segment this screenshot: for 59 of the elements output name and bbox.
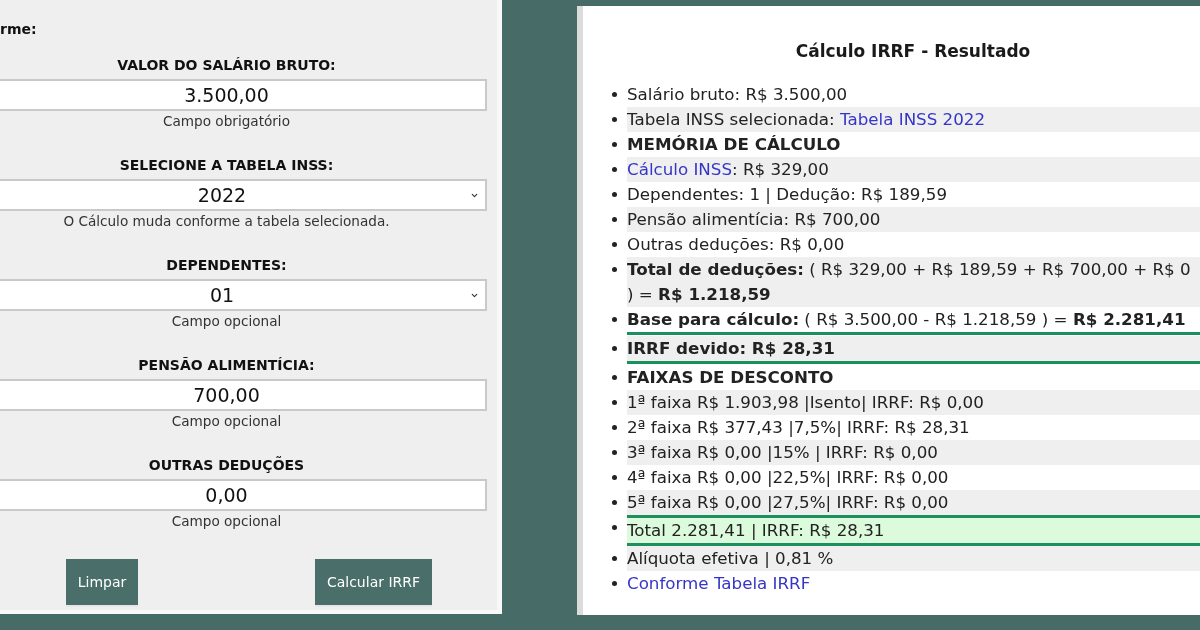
bullet-icon: [612, 375, 617, 380]
bullet-icon: [612, 346, 617, 351]
table-link[interactable]: Tabela INSS 2022: [840, 109, 986, 129]
result-line: Dependentes: 1 | Dedução: R$ 189,59: [627, 184, 947, 204]
field-label: VALOR DO SALÁRIO BRUTO:: [117, 57, 336, 73]
field-hint: Campo opcional: [171, 313, 282, 329]
calculation-link[interactable]: Cálculo INSS: [627, 159, 732, 179]
result-title: Cálculo IRRF - Resultado: [795, 40, 1031, 62]
bullet-icon: [612, 267, 617, 272]
field-hint: Campo opcional: [171, 513, 282, 529]
bullet-icon: [612, 450, 617, 455]
input-field[interactable]: 3.500,00: [0, 79, 487, 111]
bullet-icon: [612, 556, 617, 561]
bullet-icon: [612, 317, 617, 322]
field-label: OUTRAS DEDUÇÕES: [148, 457, 305, 473]
bullet-icon: [612, 475, 617, 480]
result-line: Base para cálculo: ( R$ 3.500,00 - R$ 1.218,59 ) = R$ 2.281,41: [627, 309, 1186, 329]
select-field[interactable]: 01: [0, 279, 487, 311]
result-line: Outras deduções: R$ 0,00: [627, 234, 845, 254]
bullet-icon: [612, 192, 617, 197]
result-line: 4ª faixa R$ 0,00 |22,5%| IRRF: R$ 0,00: [627, 467, 949, 487]
form-button[interactable]: Calcular IRRF: [315, 559, 432, 607]
field-label: DEPENDENTES:: [166, 257, 287, 273]
result-line: Tabela INSS selecionada: Tabela INSS 2022: [627, 109, 986, 129]
result-line: Alíquota efetiva | 0,81 %: [627, 548, 834, 568]
bullet-icon: [612, 117, 617, 122]
input-field[interactable]: 700,00: [0, 379, 487, 411]
bullet-icon: [612, 425, 617, 430]
result-line: 3ª faixa R$ 0,00 |15% | IRRF: R$ 0,00: [627, 442, 938, 462]
result-line: FAIXAS DE DESCONTO: [627, 367, 834, 387]
bullet-icon: [612, 500, 617, 505]
bullet-icon: [612, 400, 617, 405]
result-line: 2ª faixa R$ 377,43 |7,5%| IRRF: R$ 28,31: [627, 417, 970, 437]
field-label: SELECIONE A TABELA INSS:: [119, 157, 334, 173]
bullet-icon: [612, 167, 617, 172]
result-line: MEMÓRIA DE CÁLCULO: [627, 134, 841, 154]
bullet-icon: [612, 581, 617, 586]
field-label: PENSÃO ALIMENTÍCIA:: [138, 357, 315, 373]
bullet-icon: [612, 142, 617, 147]
bullet-icon: [612, 242, 617, 247]
result-line: 5ª faixa R$ 0,00 |27,5%| IRRF: R$ 0,00: [627, 492, 949, 512]
form-button[interactable]: Limpar: [66, 559, 138, 607]
bullet-icon: [612, 525, 617, 530]
table-link[interactable]: Conforme Tabela IRRF: [627, 573, 811, 593]
result-line: Pensão alimentícia: R$ 700,00: [627, 209, 881, 229]
field-hint: O Cálculo muda conforme a tabela selecionada.: [63, 213, 390, 229]
result-line: Total de deduções: ( R$ 329,00 + R$ 189,59 + R$ 700,00 + R$ 0 ) = R$ 1.218,59: [627, 259, 1191, 304]
field-hint: Campo obrigatório: [163, 113, 290, 129]
result-line: 1ª faixa R$ 1.903,98 |Isento| IRRF: R$ 0,00: [627, 392, 984, 412]
bullet-icon: [612, 217, 617, 222]
result-line: Cálculo INSS: R$ 329,00: [627, 159, 829, 179]
result-line: Total 2.281,41 | IRRF: R$ 28,31: [627, 520, 885, 540]
field-hint: Campo opcional: [171, 413, 282, 429]
result-line: Salário bruto: R$ 3.500,00: [627, 84, 848, 104]
input-field[interactable]: 0,00: [0, 479, 487, 511]
bullet-icon: [612, 92, 617, 97]
form-heading: rme:: [0, 20, 37, 37]
result-line: IRRF devido: R$ 28,31: [627, 338, 835, 358]
select-field[interactable]: 2022: [0, 179, 487, 211]
